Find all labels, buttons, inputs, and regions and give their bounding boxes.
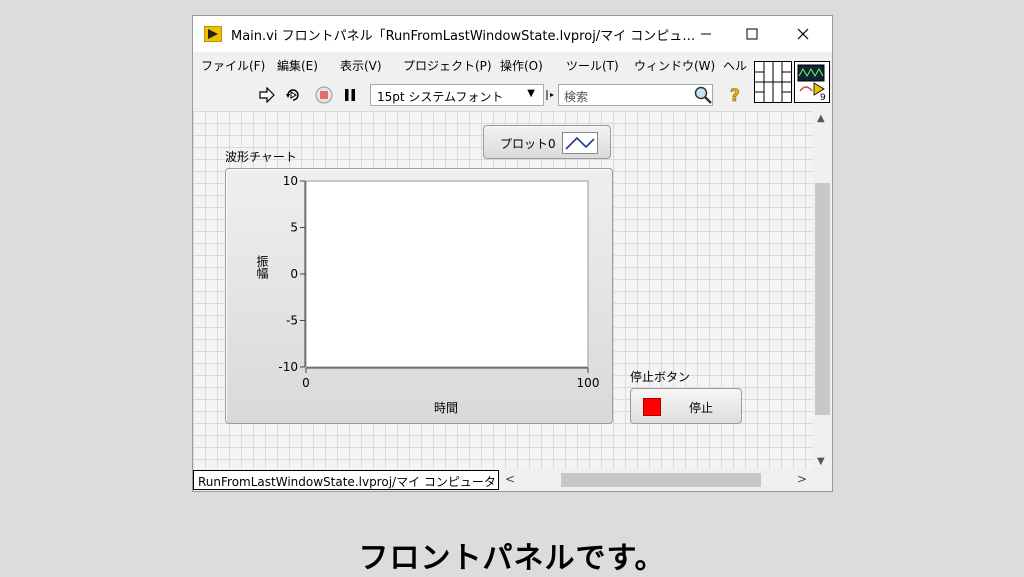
vi-icon[interactable]: 9: [794, 61, 830, 103]
y-tick-label: 0: [290, 267, 298, 281]
run-continuously-icon: [286, 89, 299, 101]
maximize-icon: [746, 28, 758, 40]
close-button[interactable]: [780, 16, 826, 52]
stop-button-label: 停止ボタン: [630, 370, 691, 384]
stop-button[interactable]: 停止: [630, 388, 742, 424]
labview-app-icon: [204, 26, 222, 42]
menu-window[interactable]: ウィンドウ(W): [634, 57, 715, 74]
legend-plot-name: プロット0: [500, 137, 556, 151]
vi-icon-number: 9: [820, 93, 826, 103]
close-icon: [797, 28, 809, 40]
help-icon: ?: [730, 86, 740, 105]
chart-plot-svg: 10 5 0 -5 -10 0 100: [278, 174, 600, 390]
menu-operate[interactable]: 操作(O): [500, 57, 543, 74]
y-tick-label: -5: [286, 314, 298, 328]
plot-line-icon: [565, 136, 595, 150]
chart-label: 波形チャート: [225, 150, 297, 164]
magnifier-icon: [694, 86, 712, 104]
connector-pane-grid-icon: [755, 62, 791, 102]
menu-tools[interactable]: ツール(T): [566, 57, 619, 74]
scroll-down-icon[interactable]: ▼: [817, 456, 825, 467]
run-button[interactable]: [257, 85, 277, 105]
stop-indicator: [643, 398, 661, 416]
labview-front-panel-window: Main.vi フロントパネル「RunFromLastWindowState.l…: [192, 15, 833, 492]
menu-view[interactable]: 表示(V): [340, 57, 382, 74]
menu-file[interactable]: ファイル(F): [201, 57, 265, 74]
application-instance: RunFromLastWindowState.lvproj/マイ コンピュータ: [193, 470, 499, 490]
maximize-button[interactable]: [729, 16, 775, 52]
x-tick-label: 100: [577, 376, 600, 390]
waveform-chart[interactable]: 10 5 0 -5 -10 0 100 時間 振幅: [225, 168, 613, 424]
menu-help[interactable]: ヘル: [723, 57, 747, 74]
search-button[interactable]: [693, 85, 713, 105]
scroll-up-icon[interactable]: ▲: [817, 113, 825, 124]
y-tick-label: -10: [278, 360, 298, 374]
plot-legend[interactable]: プロット0: [483, 125, 611, 159]
status-bar: RunFromLastWindowState.lvproj/マイ コンピュータ …: [193, 469, 832, 491]
horizontal-scroll-thumb[interactable]: [561, 473, 761, 487]
x-tick-label: 0: [302, 376, 310, 390]
legend-swatch[interactable]: [562, 132, 598, 154]
run-arrow-icon: [259, 87, 275, 103]
font-select-value: 15pt システムフォント: [377, 90, 504, 104]
stop-sign-icon: [315, 86, 333, 104]
search-toggle-icon[interactable]: [545, 85, 557, 105]
scroll-right-icon[interactable]: >: [797, 472, 807, 486]
toolbar: 15pt システムフォント ▼ 検索 ?: [193, 79, 753, 109]
vertical-scrollbar[interactable]: ▲ ▼: [813, 111, 832, 469]
pause-button[interactable]: [340, 85, 360, 105]
svg-text:?: ?: [730, 86, 740, 105]
menu-project[interactable]: プロジェクト(P): [403, 57, 492, 74]
abort-button[interactable]: [314, 85, 334, 105]
minimize-button[interactable]: [683, 16, 729, 52]
vertical-scroll-thumb[interactable]: [815, 183, 830, 415]
dropdown-arrow-icon: ▼: [527, 88, 535, 99]
title-bar[interactable]: Main.vi フロントパネル「RunFromLastWindowState.l…: [193, 16, 832, 52]
scroll-left-icon[interactable]: <: [505, 472, 515, 486]
plot-area[interactable]: [305, 180, 589, 368]
context-help-button[interactable]: ?: [725, 85, 745, 105]
search-input[interactable]: 検索: [558, 84, 713, 106]
y-tick-label: 5: [290, 221, 298, 235]
x-axis-label: 時間: [434, 401, 459, 415]
run-continuously-button[interactable]: [283, 85, 303, 105]
search-placeholder: 検索: [564, 90, 589, 104]
front-panel-canvas[interactable]: プロット0 波形チャート 10 5 0 -5 -10 0 100 時間 振幅 停止ボタン 停…: [193, 111, 813, 469]
font-select[interactable]: 15pt システムフォント ▼: [370, 84, 544, 106]
y-tick-label: 10: [283, 174, 298, 188]
window-title: Main.vi フロントパネル「RunFromLastWindowState.l…: [231, 29, 696, 44]
minimize-icon: [701, 33, 711, 35]
slide-caption: フロントパネルです。: [358, 541, 666, 576]
pause-icon: [345, 89, 355, 101]
stop-button-text: 停止: [689, 401, 714, 415]
menu-bar: ファイル(F) 編集(E) 表示(V) プロジェクト(P) 操作(O) ツール(…: [193, 53, 753, 77]
connector-pane[interactable]: [754, 61, 792, 103]
y-axis-label: 振幅: [255, 255, 269, 279]
menu-edit[interactable]: 編集(E): [277, 57, 318, 74]
